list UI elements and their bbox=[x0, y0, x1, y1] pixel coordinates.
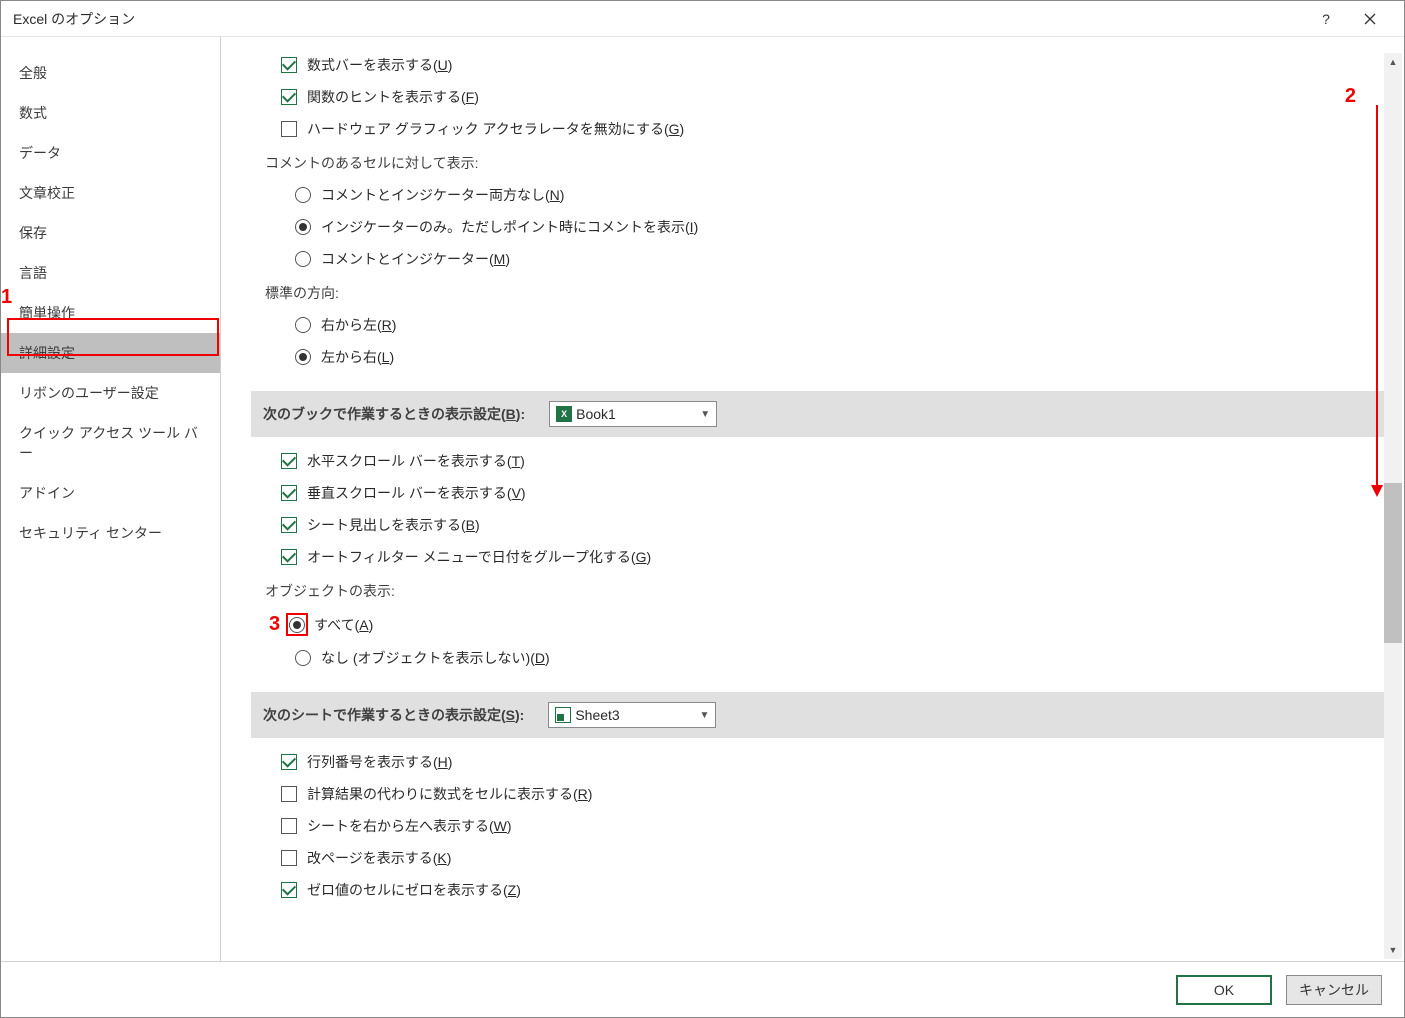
close-button[interactable] bbox=[1348, 1, 1392, 37]
checkbox-icon bbox=[281, 549, 297, 565]
check-show-formulas[interactable]: 計算結果の代わりに数式をセルに表示する(R) bbox=[251, 778, 1386, 810]
annotation-arrow bbox=[1376, 105, 1378, 485]
sidebar: 全般 数式 データ 文章校正 保存 言語 簡単操作 詳細設定 リボンのユーザー設… bbox=[1, 37, 221, 961]
check-page-breaks[interactable]: 改ページを表示する(K) bbox=[251, 842, 1386, 874]
sheet-icon bbox=[555, 707, 571, 723]
sidebar-item-quickaccess[interactable]: クイック アクセス ツール バー bbox=[1, 413, 220, 473]
checkbox-icon bbox=[281, 786, 297, 802]
sheet-dropdown[interactable]: Sheet3 ▼ bbox=[548, 702, 716, 728]
sidebar-item-proofing[interactable]: 文章校正 bbox=[1, 173, 220, 213]
dialog-title: Excel のオプション bbox=[13, 9, 1304, 29]
checkbox-icon bbox=[281, 57, 297, 73]
dialog-footer: OK キャンセル bbox=[1, 961, 1404, 1017]
sidebar-item-language[interactable]: 言語 bbox=[1, 253, 220, 293]
radio-icon bbox=[295, 219, 311, 235]
scrollbar-thumb[interactable] bbox=[1384, 483, 1402, 643]
radio-objects-all[interactable]: 3 すべて(A) bbox=[251, 607, 1386, 642]
sidebar-item-formulas[interactable]: 数式 bbox=[1, 93, 220, 133]
sidebar-item-general[interactable]: 全般 bbox=[1, 53, 220, 93]
checkbox-icon bbox=[281, 121, 297, 137]
section-book-display: 次のブックで作業するときの表示設定(B): X Book1 ▼ bbox=[251, 391, 1386, 437]
direction-label: 標準の方向: bbox=[251, 275, 1386, 309]
radio-comment-both[interactable]: コメントとインジケーター(M) bbox=[251, 243, 1386, 275]
checkbox-icon bbox=[281, 517, 297, 533]
help-button[interactable]: ? bbox=[1304, 1, 1348, 37]
check-vscroll[interactable]: 垂直スクロール バーを表示する(V) bbox=[251, 477, 1386, 509]
sidebar-item-save[interactable]: 保存 bbox=[1, 213, 220, 253]
annotation-number-3: 3 bbox=[269, 613, 280, 636]
checkbox-icon bbox=[281, 453, 297, 469]
radio-icon bbox=[295, 187, 311, 203]
comment-display-label: コメントのあるセルに対して表示: bbox=[251, 145, 1386, 179]
cancel-button[interactable]: キャンセル bbox=[1286, 975, 1382, 1005]
scroll-up-button[interactable]: ▲ bbox=[1384, 53, 1402, 71]
check-sheet-rtl[interactable]: シートを右から左へ表示する(W) bbox=[251, 810, 1386, 842]
radio-icon bbox=[295, 251, 311, 267]
checkbox-icon bbox=[281, 818, 297, 834]
radio-icon bbox=[295, 349, 311, 365]
ok-button[interactable]: OK bbox=[1176, 975, 1272, 1005]
check-formula-bar[interactable]: 数式バーを表示する(U) bbox=[251, 49, 1386, 81]
radio-comment-none[interactable]: コメントとインジケーター両方なし(N) bbox=[251, 179, 1386, 211]
check-function-tips[interactable]: 関数のヒントを表示する(F) bbox=[251, 81, 1386, 113]
radio-icon bbox=[295, 317, 311, 333]
radio-objects-none[interactable]: なし (オブジェクトを表示しない)(D) bbox=[251, 642, 1386, 674]
check-sheet-tabs[interactable]: シート見出しを表示する(B) bbox=[251, 509, 1386, 541]
chevron-down-icon: ▼ bbox=[700, 409, 710, 420]
check-autofilter-dates[interactable]: オートフィルター メニューで日付をグループ化する(G) bbox=[251, 541, 1386, 573]
vertical-scrollbar[interactable]: ▲ ▼ bbox=[1384, 53, 1402, 959]
annotation-number-2: 2 bbox=[1345, 85, 1356, 108]
object-display-label: オブジェクトの表示: bbox=[251, 573, 1386, 607]
radio-indicator-only[interactable]: インジケーターのみ。ただしポイント時にコメントを表示(I) bbox=[251, 211, 1386, 243]
options-content: 数式バーを表示する(U) 関数のヒントを表示する(F) ハードウェア グラフィッ… bbox=[221, 49, 1404, 961]
sidebar-item-ribbon[interactable]: リボンのユーザー設定 bbox=[1, 373, 220, 413]
checkbox-icon bbox=[281, 485, 297, 501]
annotation-number-1: 1 bbox=[1, 286, 12, 309]
annotation-box-1 bbox=[7, 318, 219, 356]
sidebar-item-trustcenter[interactable]: セキュリティ センター bbox=[1, 513, 220, 553]
checkbox-icon bbox=[281, 89, 297, 105]
checkbox-icon bbox=[281, 850, 297, 866]
checkbox-icon bbox=[281, 754, 297, 770]
radio-icon bbox=[289, 617, 305, 633]
titlebar: Excel のオプション ? bbox=[1, 1, 1404, 37]
sidebar-item-addins[interactable]: アドイン bbox=[1, 473, 220, 513]
check-hscroll[interactable]: 水平スクロール バーを表示する(T) bbox=[251, 445, 1386, 477]
annotation-box-3 bbox=[286, 613, 308, 636]
radio-icon bbox=[295, 650, 311, 666]
book-dropdown[interactable]: X Book1 ▼ bbox=[549, 401, 717, 427]
check-row-col-headers[interactable]: 行列番号を表示する(H) bbox=[251, 746, 1386, 778]
checkbox-icon bbox=[281, 882, 297, 898]
check-show-zeros[interactable]: ゼロ値のセルにゼロを表示する(Z) bbox=[251, 874, 1386, 906]
chevron-down-icon: ▼ bbox=[699, 710, 709, 721]
section-sheet-display: 次のシートで作業するときの表示設定(S): Sheet3 ▼ bbox=[251, 692, 1386, 738]
excel-options-dialog: Excel のオプション ? 全般 数式 データ 文章校正 保存 言語 簡単操作… bbox=[0, 0, 1405, 1018]
check-hw-accel[interactable]: ハードウェア グラフィック アクセラレータを無効にする(G) bbox=[251, 113, 1386, 145]
excel-icon: X bbox=[556, 406, 572, 422]
radio-ltr[interactable]: 左から右(L) bbox=[251, 341, 1386, 373]
radio-rtl[interactable]: 右から左(R) bbox=[251, 309, 1386, 341]
scroll-down-button[interactable]: ▼ bbox=[1384, 941, 1402, 959]
sidebar-item-data[interactable]: データ bbox=[1, 133, 220, 173]
